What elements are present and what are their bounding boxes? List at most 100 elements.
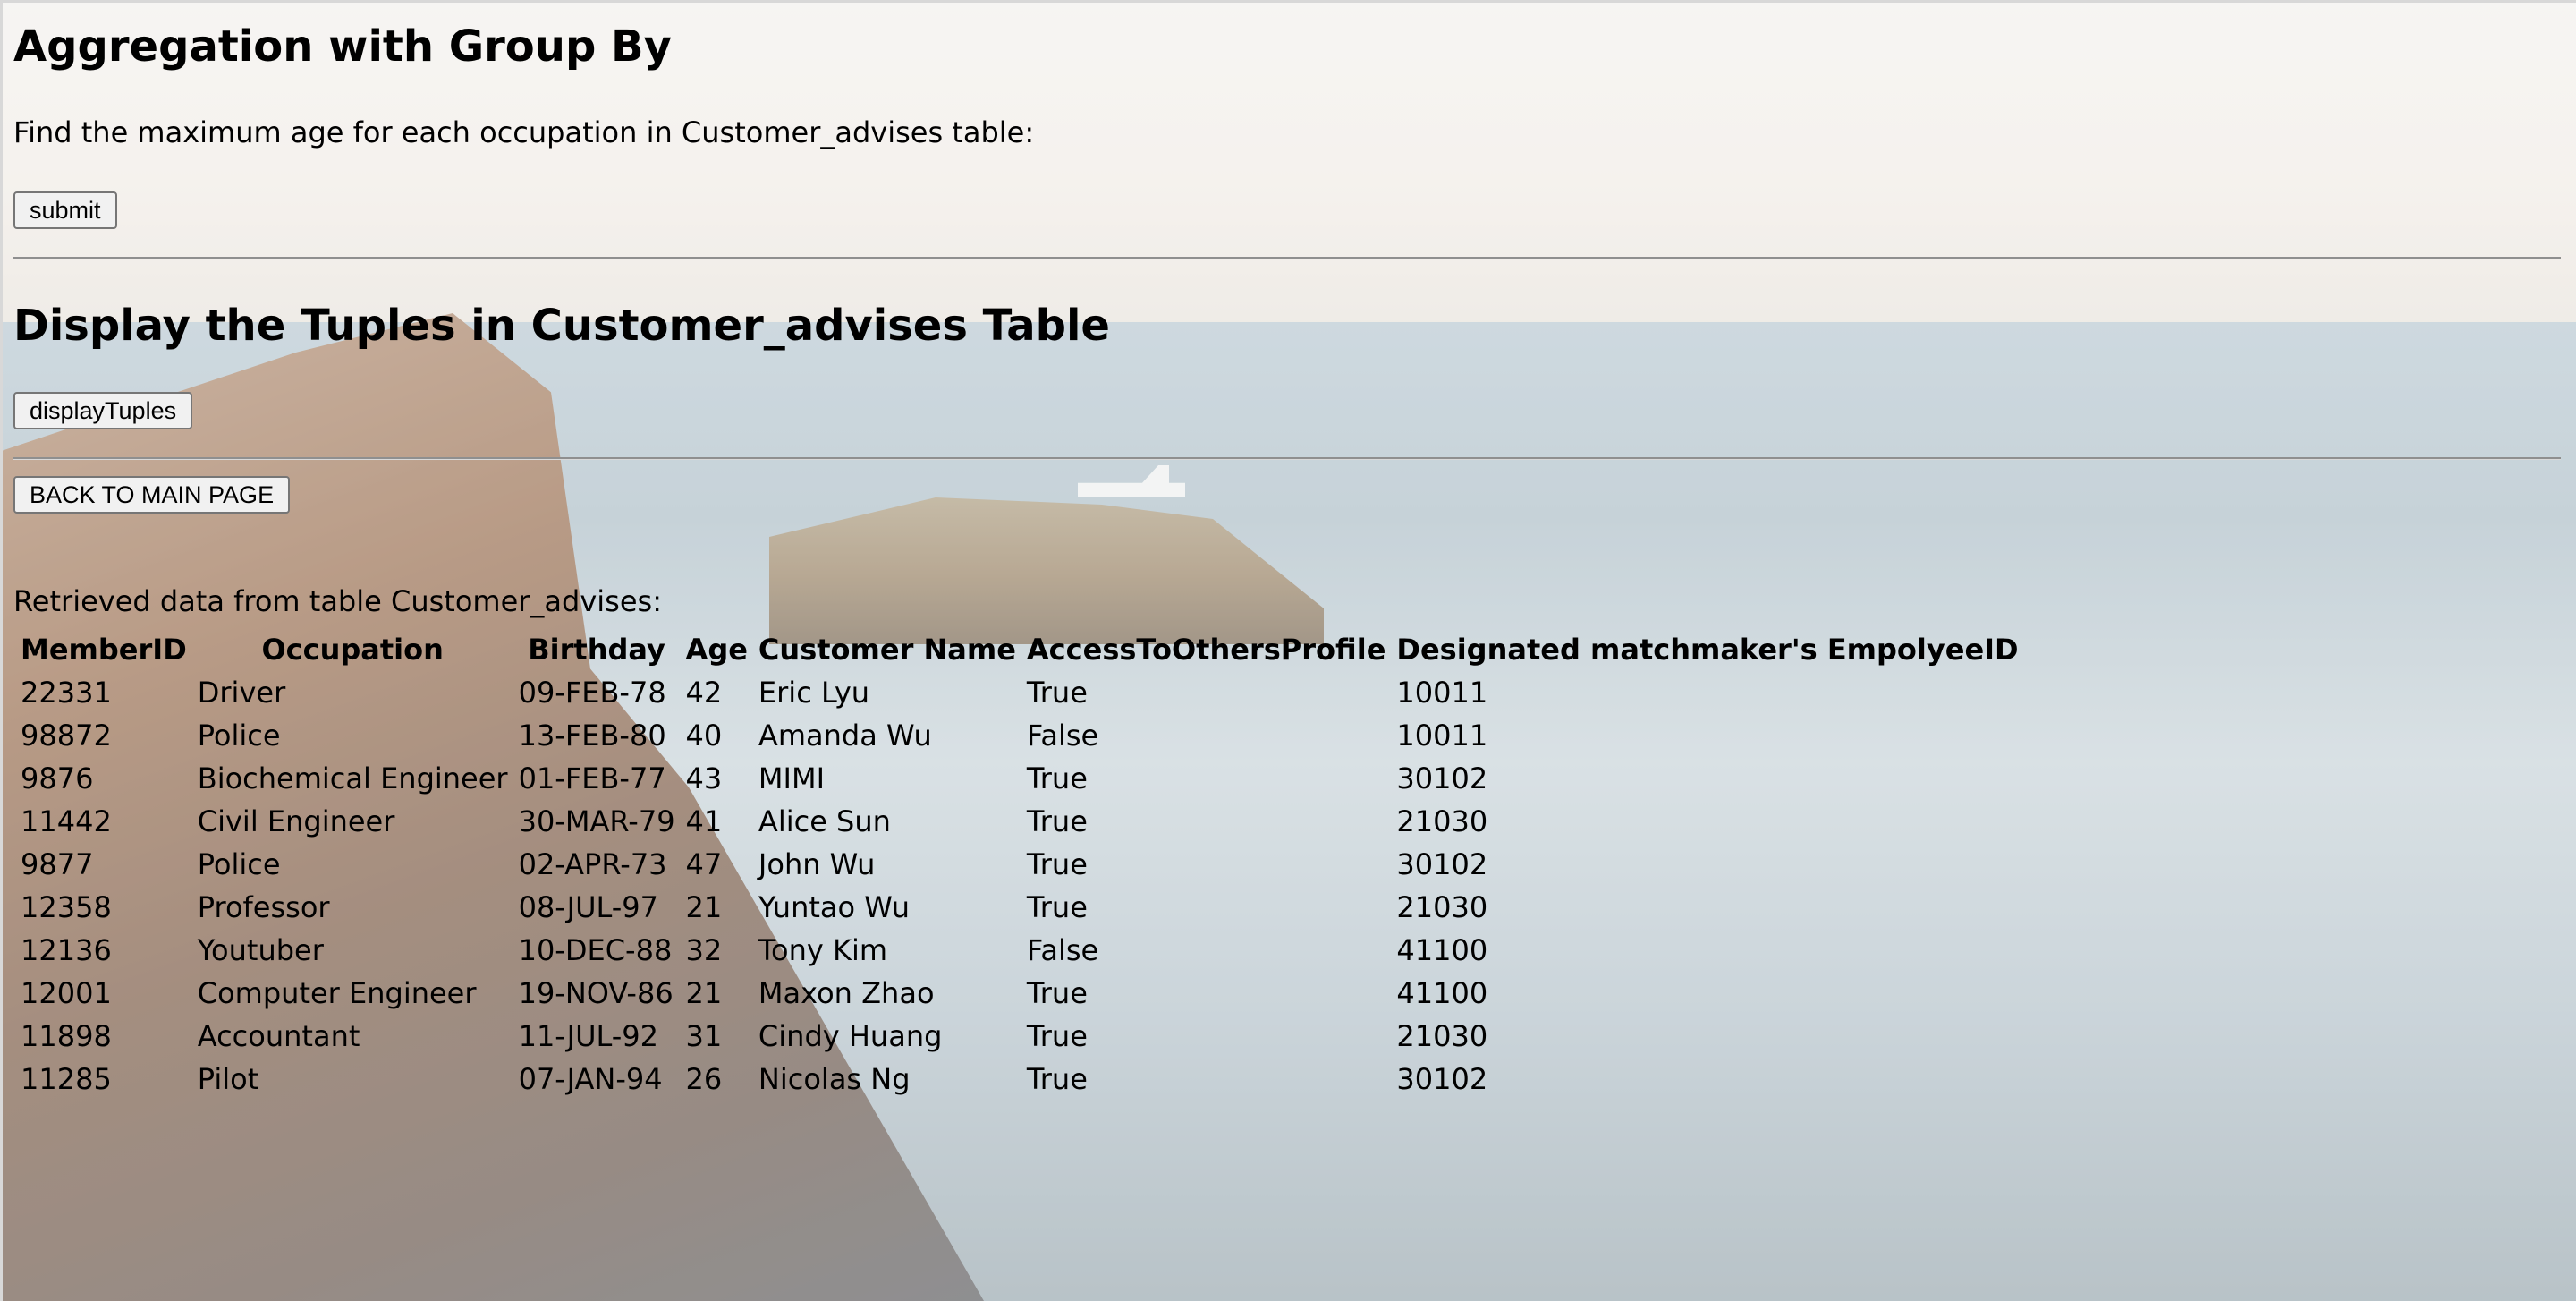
table-cell: 21 — [685, 976, 723, 1010]
table-cell: Professor — [197, 890, 330, 924]
table-cell: 43 — [685, 761, 723, 795]
table-row: 12001 Computer Engineer 19-NOV-86 21 Maxon Z… — [17, 974, 2022, 1013]
column-header: MemberID — [21, 633, 187, 667]
aggregation-description: Find the maximum age for each occupation… — [13, 115, 1035, 149]
table-row: 12136 Youtuber 10-DEC-88 32 Tony Kim False 411… — [17, 931, 2022, 970]
table-cell: Yuntao Wu — [758, 890, 911, 924]
column-header: AccessToOthersProfile — [1026, 633, 1386, 667]
table-cell: 41 — [685, 804, 723, 838]
table-cell: Eric Lyu — [758, 676, 870, 710]
table-cell: True — [1026, 847, 1088, 881]
table-cell: True — [1026, 676, 1088, 710]
table-cell: False — [1026, 933, 1099, 967]
table-body: 22331 Driver 09-FEB-78 42 Eric Lyu True 10011 9… — [17, 673, 2022, 1099]
table-cell: 11-JUL-92 — [518, 1019, 659, 1053]
table-cell: 07-JAN-94 — [518, 1062, 663, 1096]
table-row: 11898 Accountant 11-JUL-92 31 Cindy Huang Tru… — [17, 1016, 2022, 1056]
table-cell: 21030 — [1396, 1019, 1488, 1053]
table-cell: 41100 — [1396, 933, 1488, 967]
table-cell: 11285 — [21, 1062, 112, 1096]
display-tuples-title: Display the Tuples in Customer_advises T… — [13, 301, 1110, 351]
table-cell: 12136 — [21, 933, 112, 967]
submit-button[interactable]: submit — [13, 191, 117, 229]
table-cell: Pilot — [197, 1062, 259, 1096]
table-cell: 42 — [685, 676, 723, 710]
table-cell: 10011 — [1396, 676, 1488, 710]
table-cell: Youtuber — [197, 933, 324, 967]
table-cell: 11442 — [21, 804, 112, 838]
table-cell: 12358 — [21, 890, 112, 924]
table-cell: Police — [197, 847, 281, 881]
table-cell: 10011 — [1396, 719, 1488, 753]
table-cell: 21030 — [1396, 804, 1488, 838]
table-cell: 31 — [685, 1019, 723, 1053]
retrieved-data-caption: Retrieved data from table Customer_advis… — [13, 584, 662, 618]
table-cell: Tony Kim — [758, 933, 888, 967]
table-row: 98872 Police 13-FEB-80 40 Amanda Wu False 1001… — [17, 716, 2022, 755]
table-cell: Civil Engineer — [197, 804, 395, 838]
table-cell: Amanda Wu — [758, 719, 932, 753]
table-cell: 30102 — [1396, 1062, 1488, 1096]
section-divider — [13, 457, 2561, 460]
display-tuples-button[interactable]: displayTuples — [13, 392, 193, 429]
table-cell: 11898 — [21, 1019, 112, 1053]
table-cell: 9877 — [21, 847, 94, 881]
table-cell: 40 — [685, 719, 723, 753]
table-cell: Cindy Huang — [758, 1019, 943, 1053]
column-header: Designated matchmaker's EmpolyeeID — [1396, 633, 2019, 667]
table-cell: 30102 — [1396, 761, 1488, 795]
table-cell: Alice Sun — [758, 804, 891, 838]
table-cell: True — [1026, 1019, 1088, 1053]
table-cell: Biochemical Engineer — [197, 761, 508, 795]
table-cell: 13-FEB-80 — [518, 719, 666, 753]
column-header: Birthday — [528, 633, 665, 667]
table-cell: True — [1026, 976, 1088, 1010]
table-cell: 9876 — [21, 761, 94, 795]
page-content: Aggregation with Group By Find the maxim… — [0, 0, 2576, 1301]
table-cell: True — [1026, 1062, 1088, 1096]
back-to-main-page-button[interactable]: BACK TO MAIN PAGE — [13, 476, 291, 514]
table-cell: True — [1026, 890, 1088, 924]
table-cell: Nicolas Ng — [758, 1062, 911, 1096]
customer-advises-table: MemberID Occupation Birthday Age Customer Na… — [13, 626, 2026, 1102]
table-cell: 01-FEB-77 — [518, 761, 666, 795]
column-header: Customer Name — [758, 633, 1016, 667]
table-cell: True — [1026, 804, 1088, 838]
table-cell: 02-APR-73 — [518, 847, 667, 881]
table-cell: MIMI — [758, 761, 826, 795]
table-cell: Computer Engineer — [197, 976, 477, 1010]
table-row: 12358 Professor 08-JUL-97 21 Yuntao Wu True 21… — [17, 888, 2022, 927]
table-row: 9876 Biochemical Engineer 01-FEB-77 43 MIMI T… — [17, 759, 2022, 798]
column-header: Occupation — [261, 633, 444, 667]
table-cell: 22331 — [21, 676, 112, 710]
table-cell: 30102 — [1396, 847, 1488, 881]
table-cell: True — [1026, 761, 1088, 795]
table-cell: 19-NOV-86 — [518, 976, 674, 1010]
table-cell: 47 — [685, 847, 723, 881]
table-cell: 12001 — [21, 976, 112, 1010]
aggregation-title: Aggregation with Group By — [13, 21, 672, 72]
table-cell: Police — [197, 719, 281, 753]
table-cell: 09-FEB-78 — [518, 676, 666, 710]
table-cell: Accountant — [197, 1019, 360, 1053]
table-cell: 21 — [685, 890, 723, 924]
table-cell: 08-JUL-97 — [518, 890, 659, 924]
table-cell: False — [1026, 719, 1099, 753]
table-row: 11442 Civil Engineer 30-MAR-79 41 Alice Sun T… — [17, 802, 2022, 841]
table-cell: 98872 — [21, 719, 112, 753]
table-cell: 21030 — [1396, 890, 1488, 924]
table-row: 22331 Driver 09-FEB-78 42 Eric Lyu True 10011 — [17, 673, 2022, 712]
section-divider — [13, 257, 2561, 259]
table-cell: Maxon Zhao — [758, 976, 935, 1010]
table-cell: 26 — [685, 1062, 723, 1096]
table-cell: 32 — [685, 933, 723, 967]
column-header: Age — [685, 633, 748, 667]
table-header-row: MemberID Occupation Birthday Age Customer Na… — [17, 630, 2022, 669]
table-cell: John Wu — [758, 847, 876, 881]
table-cell: Driver — [197, 676, 286, 710]
table-cell: 41100 — [1396, 976, 1488, 1010]
table-cell: 30-MAR-79 — [518, 804, 675, 838]
table-row: 9877 Police 02-APR-73 47 John Wu True 30102 — [17, 845, 2022, 884]
table-cell: 10-DEC-88 — [518, 933, 673, 967]
table-row: 11285 Pilot 07-JAN-94 26 Nicolas Ng True 30102 — [17, 1059, 2022, 1099]
